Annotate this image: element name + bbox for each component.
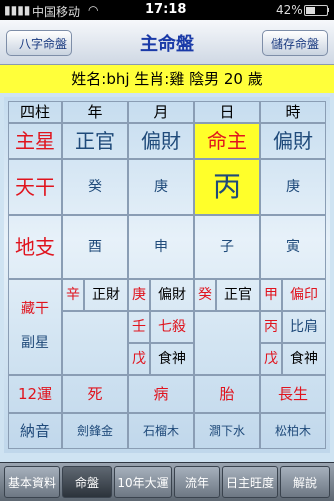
bazi-chart-grid: 四柱 年 月 日 時 主星 正官 偏財 命主 偏財 天干 癸 庚 丙 庚 地支 … [4,97,330,453]
row-label-hidden-stems: 藏干 副星 [8,279,62,375]
sub-star-month-3: 食神 [150,343,194,375]
hidden-stem-year-1: 辛 [62,279,84,311]
sub-star-hour-3: 食神 [282,343,326,375]
branch-year: 酉 [62,215,128,279]
stem-year: 癸 [62,159,128,215]
tab-10-year-luck[interactable]: 10年大運 [114,466,172,498]
main-star-day: 命主 [194,123,260,159]
signal-icon: ▮▮▮▮ [4,3,31,17]
tab-basic-info[interactable]: 基本資料 [4,466,60,498]
sub-star-month-2: 七殺 [150,311,194,343]
tab-annual[interactable]: 流年 [174,466,220,498]
nayin-month: 石榴木 [128,413,194,449]
stage-day: 胎 [194,375,260,413]
header-hour: 時 [260,101,326,123]
sub-star-hour-2: 比肩 [282,311,326,343]
navigation-bar: 八字命盤 主命盤 儲存命盤 [0,20,334,65]
stage-month: 病 [128,375,194,413]
hidden-stem-month-2: 壬 [128,311,150,343]
branch-month: 申 [128,215,194,279]
status-time: 17:18 [145,2,187,17]
header-month: 月 [128,101,194,123]
bottom-tab-bar: 基本資料 命盤 10年大運 流年 日主旺度 解說 [0,462,334,501]
tab-day-master-strength[interactable]: 日主旺度 [222,466,278,498]
row-label-heavenly-stem: 天干 [8,159,62,215]
branch-hour: 寅 [260,215,326,279]
wifi-icon: ◠ [88,3,99,17]
header-day: 日 [194,101,260,123]
row-label-12-stages: 12運 [8,375,62,413]
main-star-hour: 偏財 [260,123,326,159]
battery-icon [304,5,328,16]
tab-explanation[interactable]: 解說 [280,466,330,498]
stage-hour: 長生 [260,375,326,413]
nayin-day: 澗下水 [194,413,260,449]
sub-stars-label: 副星 [21,335,49,351]
status-bar: ▮▮▮▮ 中国移动 ◠ 17:18 42% [0,0,334,20]
profile-banner: 姓名:bhj 生肖:雞 陰男 20 歲 [0,65,334,93]
main-star-month: 偏財 [128,123,194,159]
hidden-stem-day-1: 癸 [194,279,216,311]
sub-star-day-1: 正官 [216,279,260,311]
main-star-year: 正官 [62,123,128,159]
nayin-hour: 松柏木 [260,413,326,449]
sub-star-hour-1: 偏印 [282,279,326,311]
row-label-main-star: 主星 [8,123,62,159]
hidden-stems-label: 藏干 [21,301,49,317]
stem-hour: 庚 [260,159,326,215]
tab-chart[interactable]: 命盤 [62,466,112,498]
hidden-stem-month-1: 庚 [128,279,150,311]
stem-day: 丙 [194,159,260,215]
battery-percent: 42% [276,3,303,17]
row-label-nayin: 納音 [8,413,62,449]
stage-year: 死 [62,375,128,413]
hidden-stem-hour-2: 丙 [260,311,282,343]
header-year: 年 [62,101,128,123]
sub-star-month-1: 偏財 [150,279,194,311]
carrier-name: 中国移动 [32,5,81,19]
row-label-earthly-branch: 地支 [8,215,62,279]
hidden-stem-month-3: 戊 [128,343,150,375]
stem-month: 庚 [128,159,194,215]
branch-day: 子 [194,215,260,279]
header-pillars: 四柱 [8,101,62,123]
nayin-year: 劍鋒金 [62,413,128,449]
hidden-stem-hour-1: 甲 [260,279,282,311]
hidden-stem-hour-3: 戊 [260,343,282,375]
save-chart-button[interactable]: 儲存命盤 [262,30,328,56]
sub-star-year-1: 正財 [84,279,128,311]
